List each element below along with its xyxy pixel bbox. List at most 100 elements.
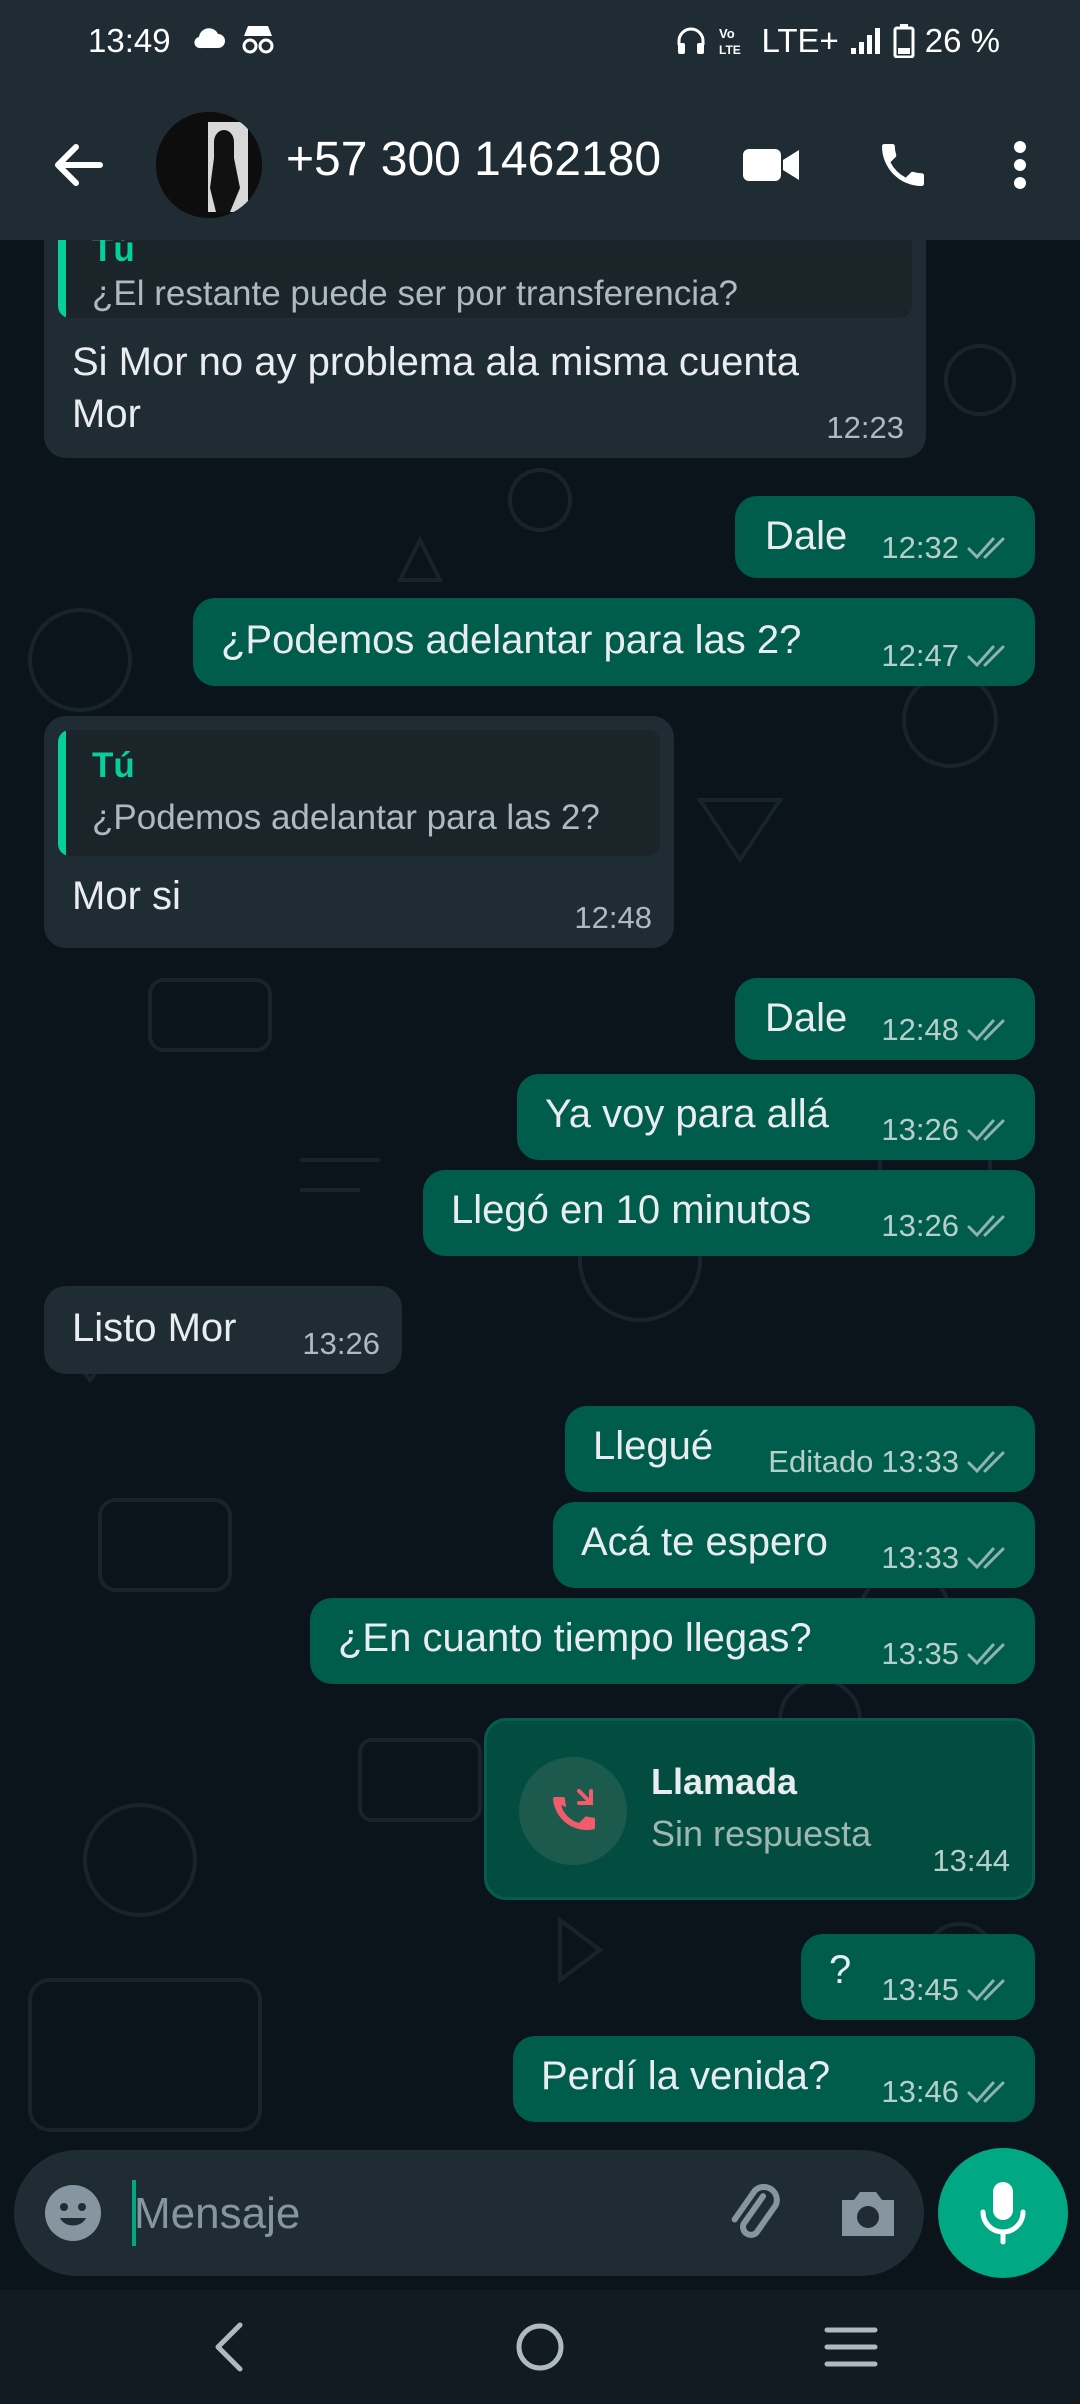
missed-call-icon <box>553 1789 595 1831</box>
message-time: 13:44 <box>932 1843 1010 1878</box>
quote-text: ¿Podemos adelantar para las 2? <box>92 798 600 837</box>
camera-button[interactable] <box>828 2174 908 2254</box>
double-check-icon <box>967 2081 1005 2104</box>
message-outgoing[interactable]: ¿Podemos adelantar para las 2? 12:47 <box>193 598 1035 686</box>
message-text: Dale <box>765 996 848 1040</box>
emoji-button[interactable] <box>36 2176 110 2250</box>
message-meta: 12:32 <box>881 530 1013 566</box>
message-text: Acá te espero <box>581 1520 828 1564</box>
chat-header: +57 300 1462180 <box>0 90 1080 240</box>
message-text: Perdí la venida? <box>541 2054 831 2098</box>
message-outgoing[interactable]: Llegó en 10 minutos 13:26 <box>423 1170 1035 1256</box>
message-meta: 13:46 <box>881 2074 1013 2110</box>
nav-back-button[interactable] <box>184 2310 274 2384</box>
message-meta: Editado 13:33 <box>768 1444 1013 1480</box>
quoted-message[interactable]: Tú ¿El restante puede ser por transferen… <box>58 240 912 318</box>
avatar-photo <box>156 112 262 218</box>
message-text: Ya voy para allá <box>545 1092 829 1136</box>
message-incoming[interactable]: Tú ¿Podemos adelantar para las 2? Mor si… <box>44 716 674 948</box>
message-meta: 12:47 <box>881 638 1013 674</box>
arrow-back-icon <box>55 144 103 186</box>
message-incoming[interactable]: Tú ¿El restante puede ser por transferen… <box>44 240 926 458</box>
message-outgoing[interactable]: Dale 12:48 <box>735 978 1035 1060</box>
nav-home-button[interactable] <box>495 2310 585 2384</box>
quote-bar <box>58 240 66 318</box>
svg-text:Vo: Vo <box>719 26 735 41</box>
video-camera-icon <box>743 149 799 181</box>
double-check-icon <box>967 1979 1005 2002</box>
more-options-button[interactable] <box>975 120 1065 210</box>
message-incoming[interactable]: Listo Mor 13:26 <box>44 1286 402 1374</box>
message-composer <box>14 2150 924 2276</box>
message-outgoing[interactable]: Perdí la venida? 13:46 <box>513 2036 1035 2122</box>
headphones-icon <box>677 27 705 54</box>
nav-menu-icon <box>824 2327 878 2367</box>
quote-bar <box>58 730 66 856</box>
double-check-icon <box>967 1547 1005 1570</box>
message-meta: 13:35 <box>881 1636 1013 1672</box>
signal-icon <box>850 28 880 54</box>
voice-record-button[interactable] <box>938 2148 1068 2278</box>
message-meta: 13:26 <box>302 1326 380 1362</box>
double-check-icon <box>967 1451 1005 1474</box>
more-vert-icon <box>1014 141 1026 189</box>
battery-icon <box>893 24 915 58</box>
contact-avatar[interactable] <box>156 112 262 218</box>
message-meta: 12:48 <box>881 1012 1013 1048</box>
cloud-icon <box>194 28 225 49</box>
message-outgoing[interactable]: ¿En cuanto tiempo llegas? 13:35 <box>310 1598 1035 1684</box>
message-meta: 13:44 <box>932 1843 1010 1879</box>
message-time: 12:32 <box>881 530 959 565</box>
message-outgoing[interactable]: Ya voy para allá 13:26 <box>517 1074 1035 1160</box>
system-nav-bar <box>0 2290 1080 2404</box>
nav-recents-button[interactable] <box>806 2310 896 2384</box>
double-check-icon <box>967 537 1005 560</box>
message-call-log[interactable]: Llamada Sin respuesta 13:44 <box>484 1718 1035 1900</box>
double-check-icon <box>967 1215 1005 1238</box>
svg-text:LTE: LTE <box>719 43 741 57</box>
quoted-message[interactable]: Tú ¿Podemos adelantar para las 2? <box>58 730 660 856</box>
microphone-icon <box>980 2182 1026 2245</box>
call-status: Sin respuesta <box>651 1813 872 1854</box>
message-time: 12:47 <box>881 638 959 673</box>
message-time: 13:26 <box>302 1326 380 1361</box>
message-time: 13:35 <box>881 1636 959 1671</box>
message-input[interactable] <box>132 2176 696 2252</box>
message-meta: 13:33 <box>881 1540 1013 1576</box>
message-text: ¿En cuanto tiempo llegas? <box>338 1616 812 1660</box>
incognito-icon <box>242 26 274 54</box>
message-text: ¿Podemos adelantar para las 2? <box>221 618 802 662</box>
double-check-icon <box>967 1643 1005 1666</box>
quote-author: Tú <box>92 240 135 269</box>
message-time: 12:23 <box>826 410 904 445</box>
message-outgoing[interactable]: Dale 12:32 <box>735 496 1035 578</box>
phone-icon <box>882 144 924 186</box>
contact-name[interactable]: +57 300 1462180 <box>286 132 661 187</box>
call-title: Llamada <box>651 1761 798 1802</box>
message-meta: 13:26 <box>881 1112 1013 1148</box>
message-meta: 13:45 <box>881 1972 1013 2008</box>
chat-area[interactable]: Tú ¿El restante puede ser por transferen… <box>0 240 1080 2140</box>
paperclip-icon <box>731 2183 780 2238</box>
message-text: Si Mor no ay problema ala misma cuenta <box>72 340 799 384</box>
double-check-icon <box>967 1119 1005 1142</box>
status-right-cluster: Vo LTE LTE+ 26 % <box>675 22 1000 60</box>
attach-button[interactable] <box>714 2174 794 2254</box>
message-outgoing[interactable]: ? 13:45 <box>801 1934 1035 2020</box>
voice-call-button[interactable] <box>858 120 948 210</box>
nav-home-icon <box>516 2323 564 2371</box>
network-type: LTE+ <box>761 22 839 59</box>
emoji-icon <box>45 2185 101 2241</box>
message-meta: 12:23 <box>826 410 904 446</box>
message-outgoing[interactable]: Acá te espero 13:33 <box>553 1502 1035 1588</box>
quote-author: Tú <box>92 746 135 785</box>
quote-text: ¿El restante puede ser por transferencia… <box>92 274 738 313</box>
edited-label: Editado <box>768 1444 874 1479</box>
message-text: Llegué <box>593 1424 714 1468</box>
camera-icon <box>842 2192 894 2236</box>
message-text: Listo Mor <box>72 1306 237 1350</box>
message-outgoing[interactable]: Llegué Editado 13:33 <box>565 1406 1035 1492</box>
message-time: 13:45 <box>881 1972 959 2007</box>
back-button[interactable] <box>40 125 120 205</box>
video-call-button[interactable] <box>726 120 816 210</box>
